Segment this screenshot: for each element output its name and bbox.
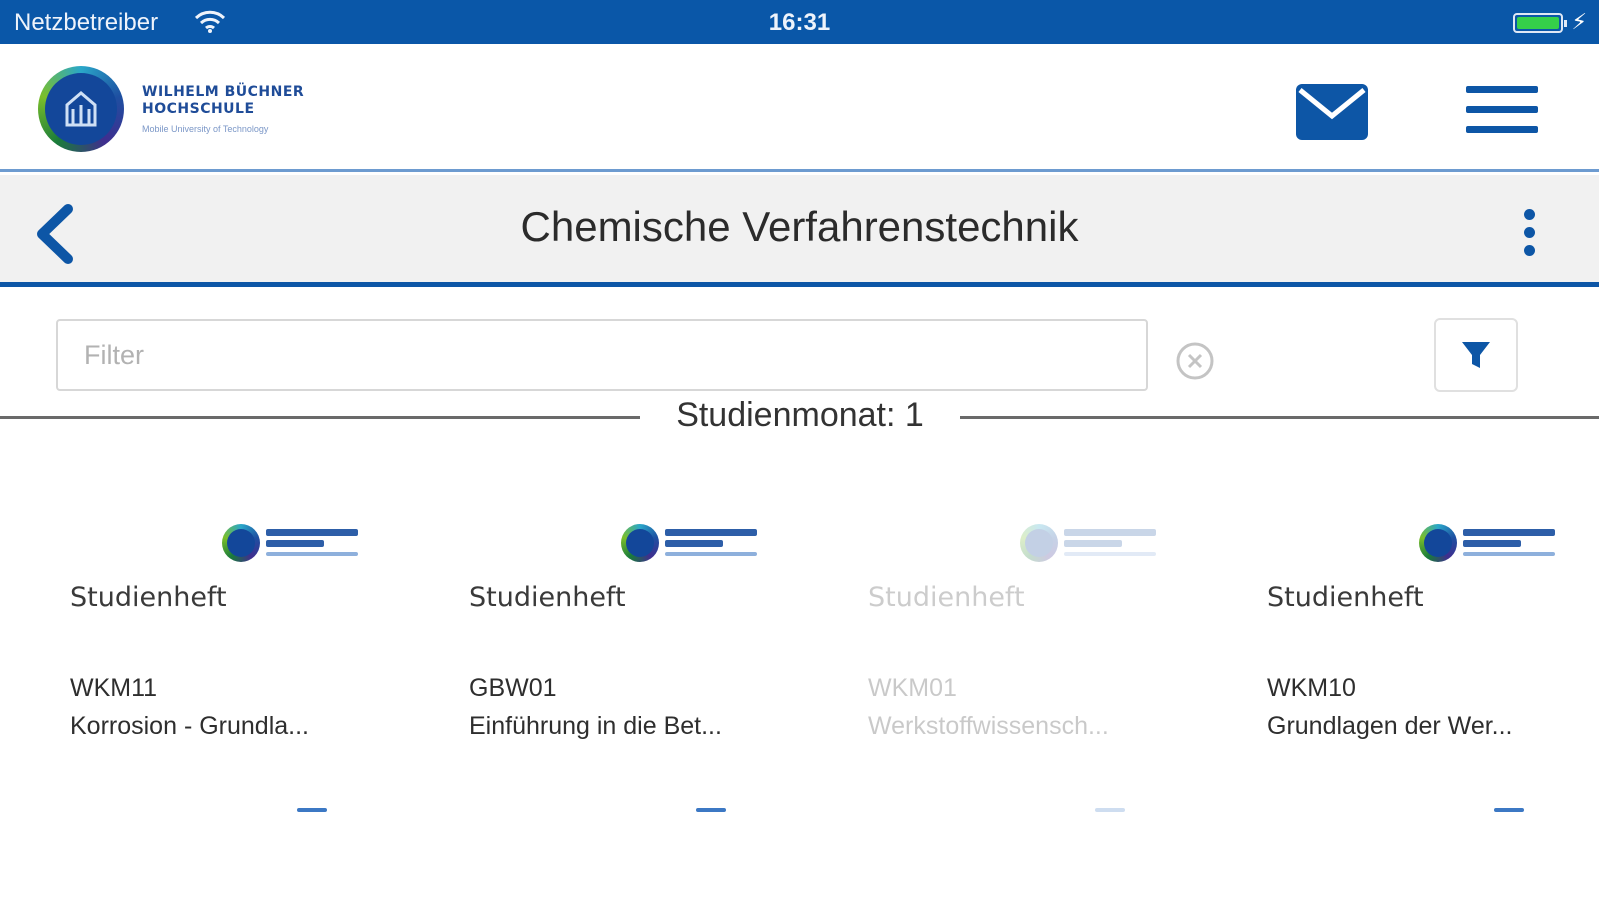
study-booklet-card[interactable]: Studienheft GBW01 Einführung in die Bet.… bbox=[461, 518, 851, 812]
charging-icon: ⚡ bbox=[1571, 9, 1587, 34]
next-row-indicator bbox=[1494, 808, 1524, 812]
card-type: Studienheft bbox=[70, 582, 227, 613]
logo-tagline: Mobile University of Technology bbox=[142, 124, 269, 134]
logo-wordmark: WILHELM BÜCHNER HOCHSCHULE bbox=[142, 84, 304, 118]
battery-icon bbox=[1513, 13, 1567, 33]
study-booklet-card-disabled: Studienheft WKM01 Werkstoffwissensch... bbox=[860, 518, 1250, 812]
logo-emblem-icon bbox=[38, 66, 124, 152]
hamburger-menu-icon[interactable] bbox=[1466, 86, 1538, 136]
next-row-indicator bbox=[1095, 808, 1125, 812]
funnel-icon bbox=[1462, 342, 1490, 368]
card-name: Korrosion - Grundla... bbox=[70, 712, 309, 740]
section-divider-left bbox=[0, 416, 650, 419]
university-logo[interactable]: WILHELM BÜCHNER HOCHSCHULE Mobile Univer… bbox=[38, 66, 328, 156]
clock-time: 16:31 bbox=[768, 9, 831, 36]
filter-button[interactable] bbox=[1434, 318, 1518, 392]
card-code: WKM01 bbox=[868, 674, 957, 702]
card-logo-icon bbox=[1020, 524, 1160, 566]
card-code: WKM10 bbox=[1267, 674, 1356, 702]
section-label: Studienmonat: 1 bbox=[640, 396, 960, 435]
clear-filter-icon[interactable] bbox=[1175, 341, 1215, 381]
card-logo-icon bbox=[1419, 524, 1559, 566]
mail-icon[interactable] bbox=[1296, 84, 1368, 140]
study-booklet-card[interactable]: Studienheft WKM10 Grundlagen der Wer... bbox=[1259, 518, 1599, 812]
card-type: Studienheft bbox=[1267, 582, 1424, 613]
section-divider-right bbox=[948, 416, 1599, 419]
page-title: Chemische Verfahrenstechnik bbox=[520, 203, 1079, 250]
card-name: Grundlagen der Wer... bbox=[1267, 712, 1513, 740]
next-row-indicator bbox=[696, 808, 726, 812]
title-bar: Chemische Verfahrenstechnik bbox=[0, 175, 1599, 287]
filter-input[interactable] bbox=[56, 319, 1148, 391]
card-logo-icon bbox=[621, 524, 761, 566]
card-code: GBW01 bbox=[469, 674, 557, 702]
card-type: Studienheft bbox=[868, 582, 1025, 613]
card-code: WKM11 bbox=[70, 674, 158, 702]
card-type: Studienheft bbox=[469, 582, 626, 613]
logo-line-2: HOCHSCHULE bbox=[142, 101, 255, 117]
status-bar: Netzbetreiber 16:31 ⚡ bbox=[0, 0, 1599, 44]
card-name: Werkstoffwissensch... bbox=[868, 712, 1109, 740]
logo-line-1: WILHELM BÜCHNER bbox=[142, 84, 305, 100]
card-name: Einführung in die Bet... bbox=[469, 712, 722, 740]
more-options-icon[interactable] bbox=[1518, 207, 1542, 259]
next-row-indicator bbox=[297, 808, 327, 812]
card-logo-icon bbox=[222, 524, 362, 566]
study-booklet-card[interactable]: Studienheft WKM11 Korrosion - Grundla... bbox=[62, 518, 452, 812]
